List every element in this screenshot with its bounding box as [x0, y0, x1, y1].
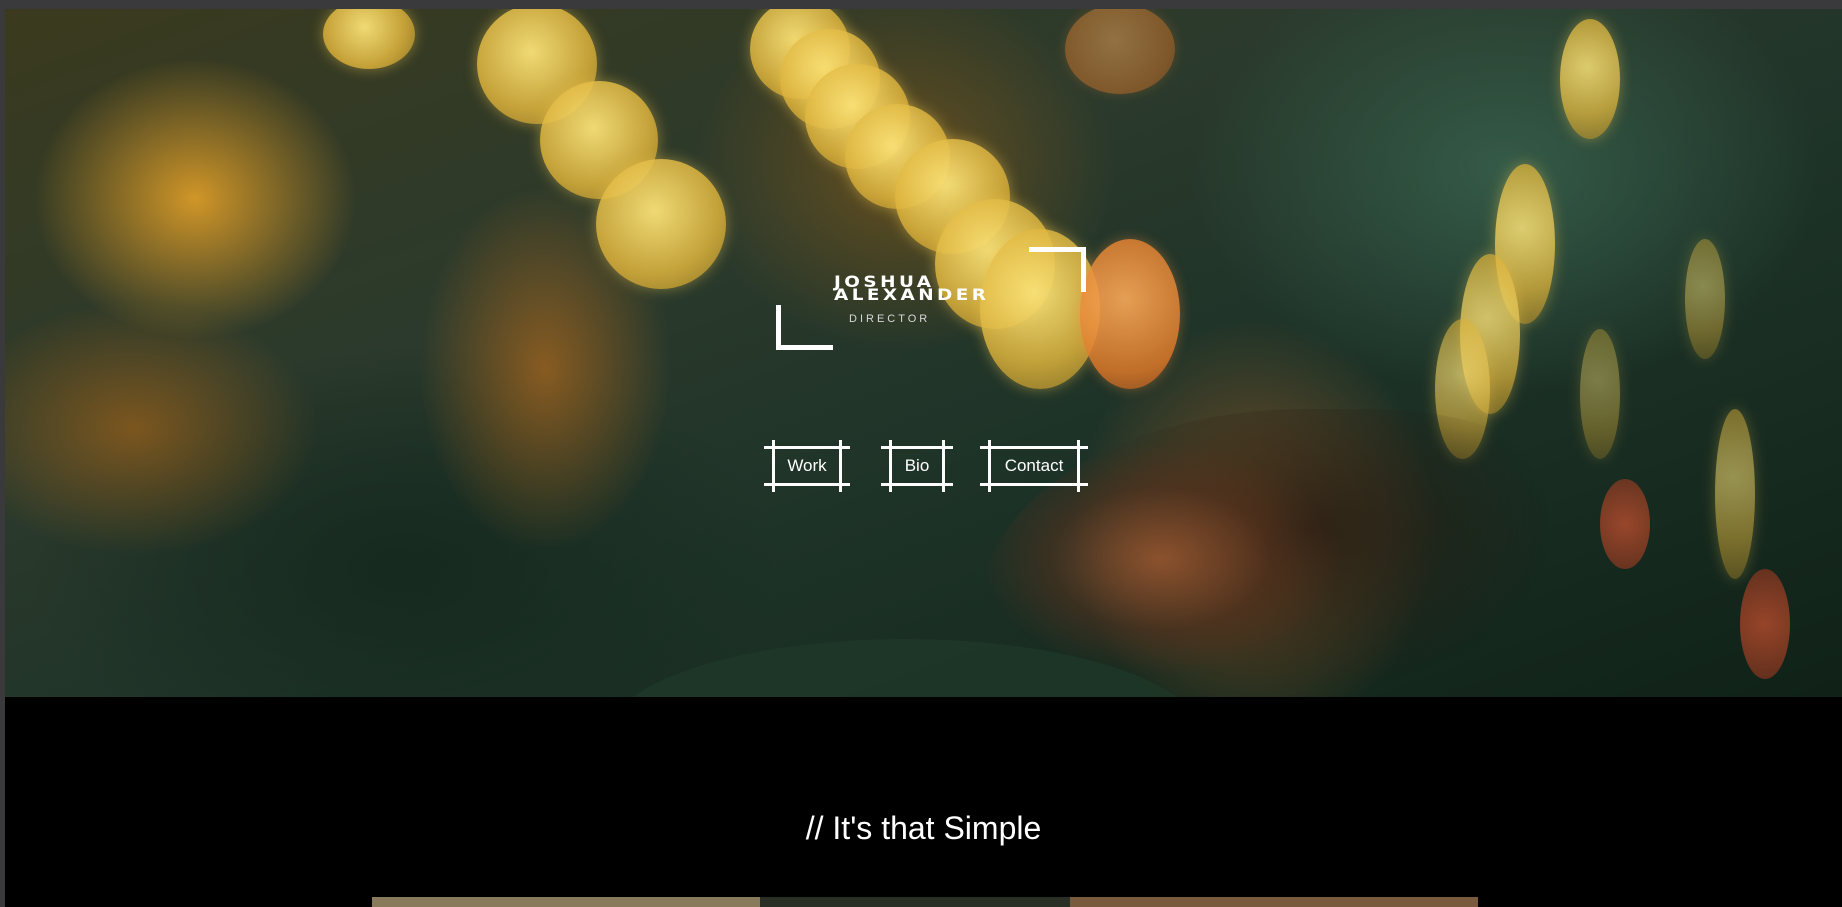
- bokeh-light: [1065, 9, 1175, 94]
- nav-bio-label: Bio: [904, 456, 930, 475]
- nav-contact-button[interactable]: Contact: [980, 440, 1088, 492]
- gallery-thumbnail[interactable]: [372, 897, 760, 907]
- bokeh-light: [1685, 239, 1725, 359]
- bokeh-light: [1080, 239, 1180, 389]
- nav-bio-button[interactable]: Bio: [881, 440, 953, 492]
- bokeh-light: [1560, 19, 1620, 139]
- bokeh-light: [1715, 409, 1755, 579]
- gallery-thumbnail[interactable]: [760, 897, 1070, 907]
- nav-work-button[interactable]: Work: [764, 440, 850, 492]
- section-tagline: // It's that Simple: [805, 810, 1042, 846]
- bokeh-light: [1740, 569, 1790, 679]
- nav-contact-label: Contact: [1004, 456, 1064, 475]
- site-logo[interactable]: JOSHUA ALEXANDER DIRECTOR: [771, 235, 1091, 355]
- page-frame: JOSHUA ALEXANDER DIRECTOR Work Bio Conta…: [5, 9, 1842, 907]
- bokeh-light: [323, 9, 415, 69]
- logo-last-name: ALEXANDER: [834, 285, 990, 304]
- hero-background-image: JOSHUA ALEXANDER DIRECTOR Work Bio Conta…: [5, 9, 1842, 697]
- nav-work-label: Work: [787, 456, 827, 475]
- bokeh-light: [596, 159, 726, 289]
- logo-role: DIRECTOR: [849, 313, 931, 325]
- bokeh-light: [1580, 329, 1620, 459]
- logo-corner-bracket-icon: [1029, 247, 1086, 292]
- gallery-thumbnail[interactable]: [1070, 897, 1478, 907]
- logo-corner-bracket-icon: [776, 305, 833, 350]
